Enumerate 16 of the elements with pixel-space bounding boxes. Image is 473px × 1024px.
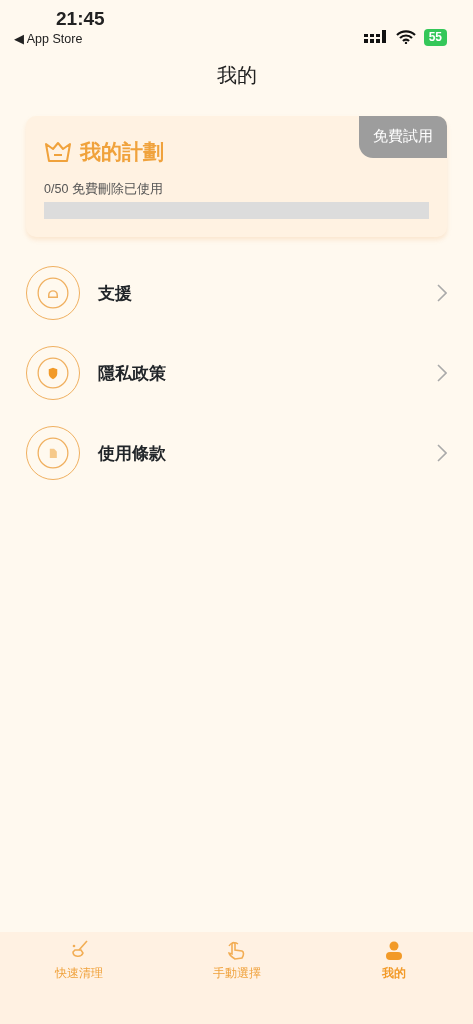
chevron-icon <box>437 444 447 463</box>
menu-item[interactable]: 隱私政策 <box>98 360 419 386</box>
plan-title: 我的計劃 <box>80 139 164 165</box>
menu-item[interactable]: 支援 <box>98 280 419 306</box>
menu-item[interactable]: 使用條款 <box>98 440 419 466</box>
signal-icon <box>363 30 388 44</box>
chevron-icon <box>437 364 447 383</box>
usage-text: 0/50 免費刪除已使用 <box>44 180 164 198</box>
crown-icon <box>44 140 72 163</box>
trial-badge: 免費試用 <box>359 116 447 158</box>
page-title: 我的 <box>215 63 258 88</box>
wifi-icon <box>395 30 416 44</box>
battery-level: 55 <box>423 28 447 46</box>
chevron-icon <box>437 284 447 303</box>
status-time: 21:45 <box>56 8 105 30</box>
back-link[interactable]: ◀ App Store <box>14 30 105 49</box>
